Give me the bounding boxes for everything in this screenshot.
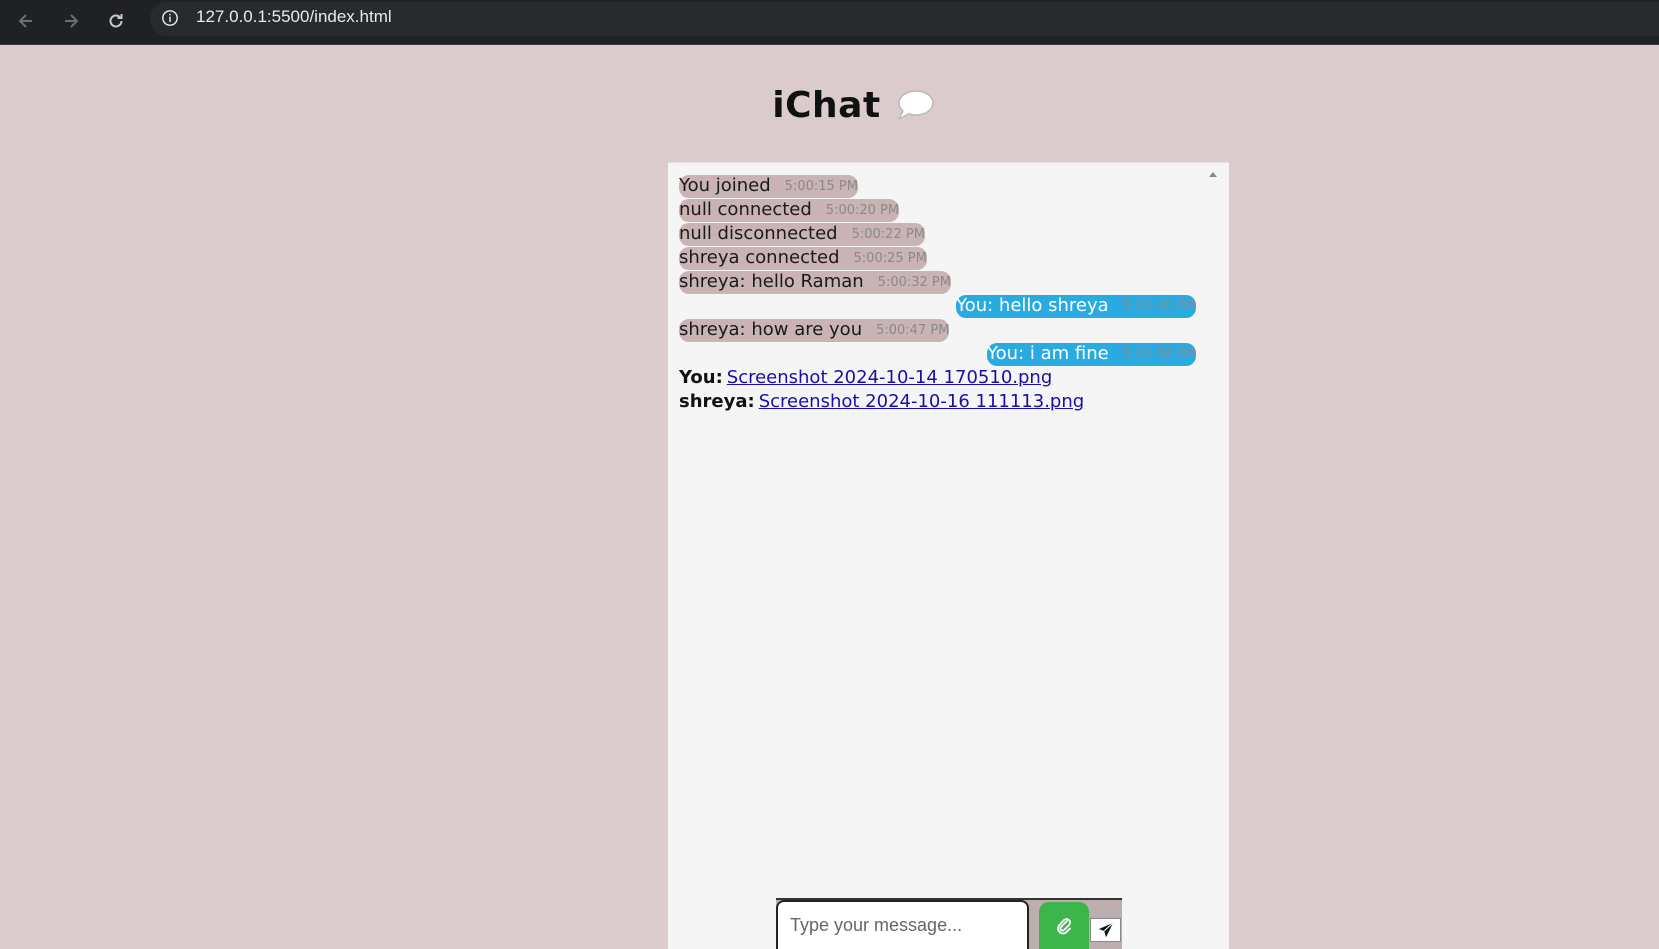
message-time: 5:00:22 PM bbox=[851, 227, 925, 242]
message-time: 5:00:25 PM bbox=[853, 251, 927, 266]
message-row: You joined 5:00:15 PM bbox=[679, 175, 1196, 199]
chat-container[interactable]: You joined 5:00:15 PM null connected 5:00:… bbox=[668, 162, 1229, 949]
message-row: shreya connected 5:00:25 PM bbox=[679, 247, 1196, 271]
reload-icon bbox=[109, 14, 123, 28]
file-sender: shreya: bbox=[679, 391, 755, 412]
message-bubble-outgoing: You: hello shreya 5:00:40 PM bbox=[956, 295, 1196, 318]
message-bubble-outgoing: You: i am fine 5:00:58 PM bbox=[987, 343, 1196, 366]
send-button[interactable] bbox=[1090, 918, 1121, 942]
message-time: 5:00:40 PM bbox=[1122, 299, 1196, 314]
message-text: You: i am fine bbox=[987, 343, 1109, 364]
file-message: shreya: Screenshot 2024-10-16 111113.png bbox=[679, 391, 1196, 415]
message-time: 5:00:58 PM bbox=[1122, 347, 1196, 362]
message-time: 5:00:32 PM bbox=[877, 275, 951, 290]
message-bubble: You joined 5:00:15 PM bbox=[679, 175, 858, 198]
arrow-left-icon bbox=[18, 14, 32, 28]
message-input[interactable] bbox=[776, 900, 1029, 949]
message-text: null disconnected bbox=[679, 223, 838, 244]
paperclip-icon bbox=[1057, 917, 1071, 934]
message-row: shreya: hello Raman 5:00:32 PM bbox=[679, 271, 1196, 295]
app-header: iChat bbox=[0, 78, 1659, 132]
message-list: You joined 5:00:15 PM null connected 5:00:… bbox=[679, 175, 1196, 415]
file-sender: You: bbox=[679, 367, 723, 388]
site-info-button[interactable] bbox=[160, 8, 180, 28]
message-time: 5:00:20 PM bbox=[825, 203, 900, 218]
message-text: You: hello shreya bbox=[956, 295, 1109, 316]
file-message: You: Screenshot 2024-10-14 170510.png bbox=[679, 367, 1196, 391]
message-text: null connected bbox=[679, 199, 812, 220]
page-title: iChat bbox=[772, 84, 881, 126]
scroll-up-arrow-icon[interactable] bbox=[1207, 169, 1219, 179]
attach-file-button[interactable] bbox=[1039, 902, 1089, 949]
reload-button[interactable] bbox=[102, 7, 130, 35]
back-button[interactable] bbox=[12, 7, 40, 35]
file-link[interactable]: Screenshot 2024-10-16 111113.png bbox=[759, 391, 1085, 412]
message-bubble: shreya: hello Raman 5:00:32 PM bbox=[679, 271, 951, 294]
message-row: null connected 5:00:20 PM bbox=[679, 199, 1196, 223]
arrow-right-icon bbox=[65, 14, 79, 28]
message-time: 5:00:47 PM bbox=[876, 323, 950, 338]
message-row: null disconnected 5:00:22 PM bbox=[679, 223, 1196, 247]
message-bubble: shreya connected 5:00:25 PM bbox=[679, 247, 927, 270]
file-link[interactable]: Screenshot 2024-10-14 170510.png bbox=[727, 367, 1053, 388]
message-row: You: hello shreya 5:00:40 PM bbox=[679, 295, 1196, 319]
speech-bubble-icon bbox=[897, 90, 934, 120]
message-text: shreya: how are you bbox=[679, 319, 863, 340]
info-icon bbox=[162, 10, 178, 26]
message-text: shreya connected bbox=[679, 247, 840, 268]
message-row: You: i am fine 5:00:58 PM bbox=[679, 343, 1196, 367]
paper-plane-icon bbox=[1098, 922, 1114, 938]
message-bubble: null disconnected 5:00:22 PM bbox=[679, 223, 925, 246]
url-text[interactable]: 127.0.0.1:5500/index.html bbox=[196, 7, 392, 27]
browser-toolbar: 127.0.0.1:5500/index.html bbox=[0, 0, 1659, 45]
message-bubble: shreya: how are you 5:00:47 PM bbox=[679, 319, 950, 342]
forward-button[interactable] bbox=[57, 7, 85, 35]
message-text: shreya: hello Raman bbox=[679, 271, 864, 292]
message-bubble: null connected 5:00:20 PM bbox=[679, 199, 900, 222]
message-text: You joined bbox=[679, 175, 771, 196]
message-row: shreya: how are you 5:00:47 PM bbox=[679, 319, 1196, 343]
message-time: 5:00:15 PM bbox=[784, 179, 858, 194]
